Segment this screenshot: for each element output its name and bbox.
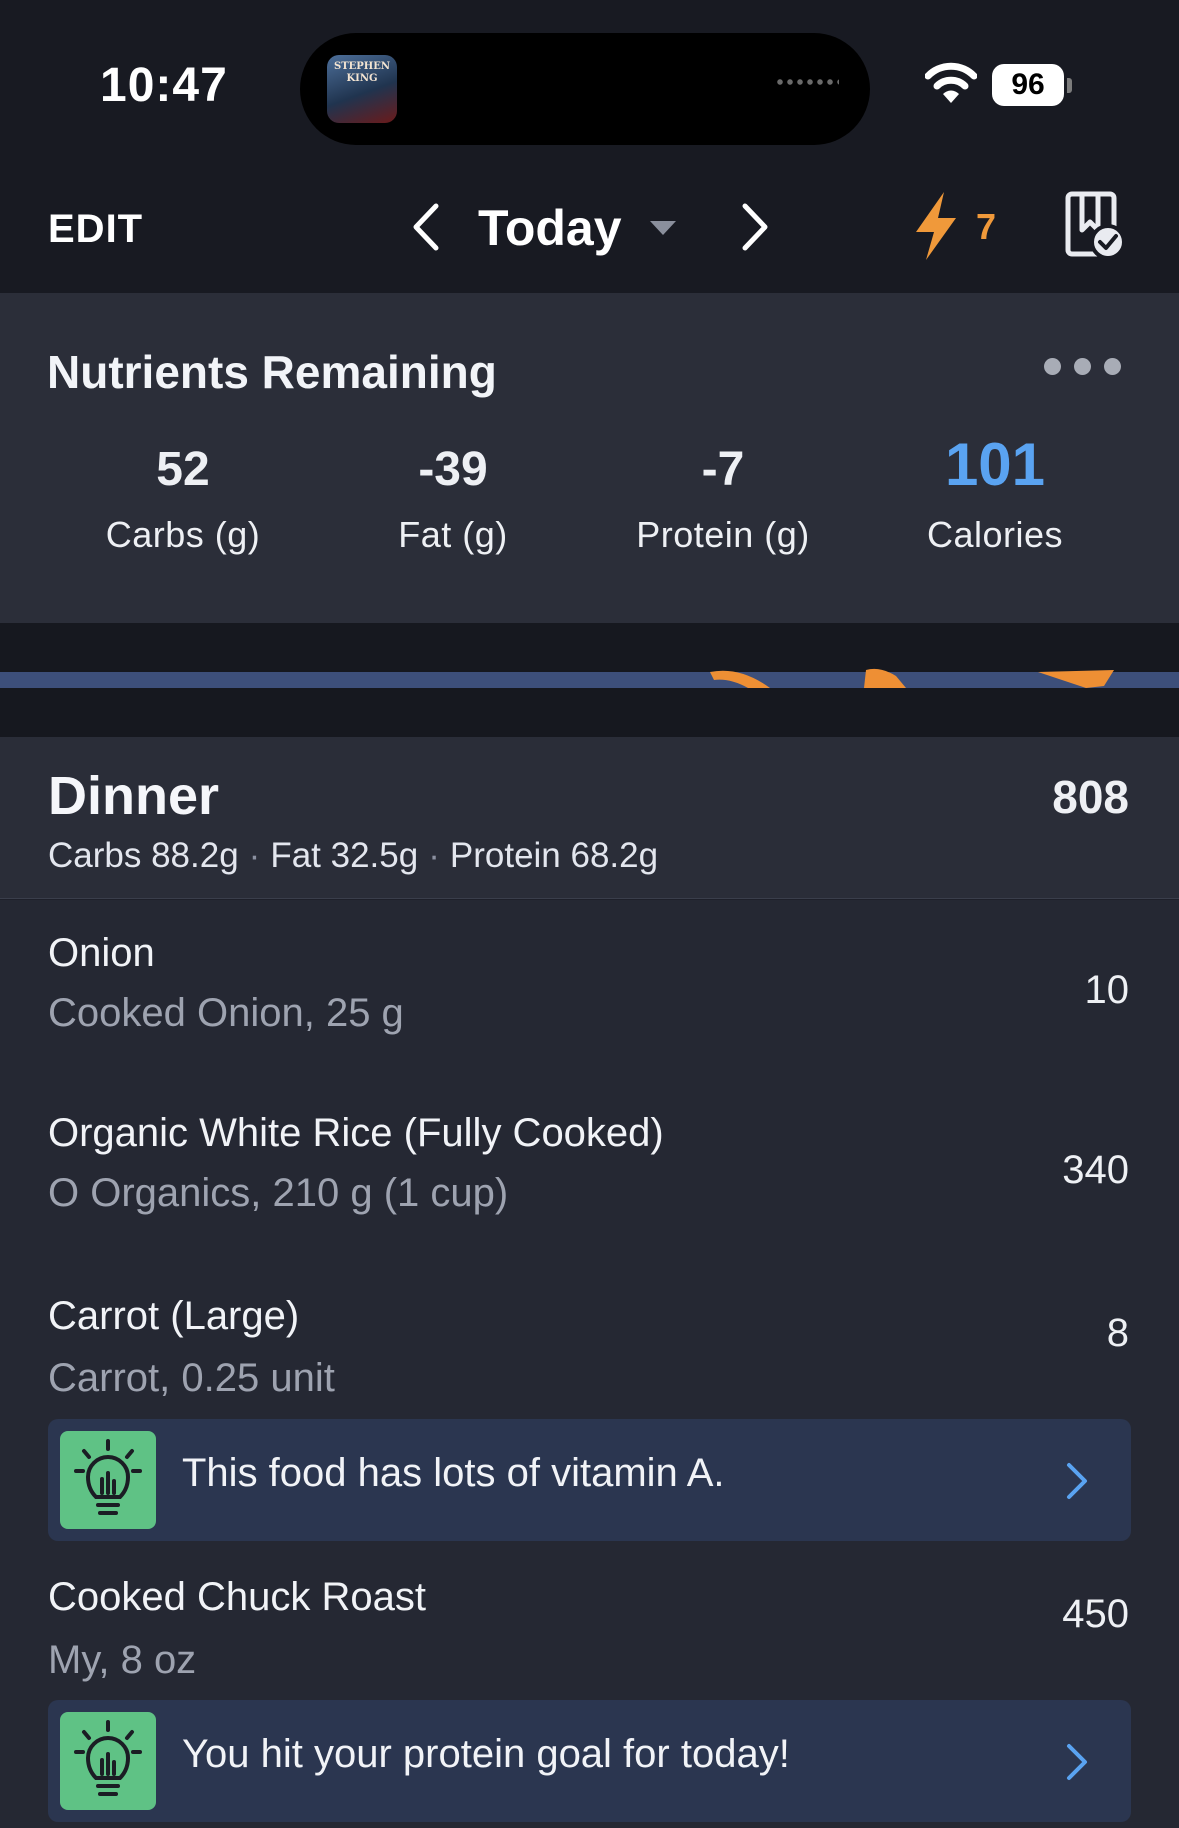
tip-text: This food has lots of vitamin A. (182, 1451, 725, 1495)
chevron-right-icon (1067, 1463, 1087, 1499)
wifi-icon (925, 62, 977, 103)
food-description: Carrot, 0.25 unit (48, 1356, 335, 1400)
now-playing-artwork: STEPHEN KING (327, 55, 397, 123)
nutrient-label: Carbs (g) (105, 514, 261, 555)
streak-count[interactable]: 7 (976, 206, 996, 248)
dropdown-caret-icon[interactable] (648, 219, 678, 237)
food-description: O Organics, 210 g (1 cup) (48, 1171, 509, 1215)
food-description: Cooked Onion, 25 g (48, 991, 404, 1035)
food-calories: 340 (1062, 1148, 1129, 1192)
chevron-right-icon[interactable] (735, 200, 775, 254)
meal-fat: Fat 32.5g (270, 836, 419, 875)
nutrient-label: Fat (g) (398, 514, 508, 555)
nutrient-label: Protein (g) (636, 514, 810, 555)
nutrient-carbs: 52 Carbs (g) (48, 430, 318, 556)
meal-calories: 808 (1052, 771, 1129, 823)
lightbulb-icon (60, 1431, 156, 1529)
food-calories: 10 (1084, 968, 1130, 1012)
artwork-line-1: STEPHEN (333, 61, 390, 72)
tip-text: You hit your protein goal for today! (182, 1732, 790, 1776)
nutrient-value: -7 (701, 443, 745, 496)
nutrient-calories: 101 Calories (860, 430, 1130, 556)
food-name[interactable]: Organic White Rice (Fully Cooked) (48, 1111, 664, 1156)
artwork-line-2: KING (346, 73, 378, 84)
status-time: 10:47 (100, 59, 228, 112)
meal-macros: Carbs 88.2g · Fat 32.5g · Protein 68.2g (48, 836, 659, 875)
meal-protein: Protein 68.2g (449, 836, 659, 875)
chevron-right-icon (1067, 1744, 1087, 1780)
nutrient-protein: -7 Protein (g) (588, 430, 858, 556)
lightbulb-icon (60, 1712, 156, 1810)
more-options-icon[interactable] (1040, 356, 1126, 376)
food-tip-banner[interactable]: You hit your protein goal for today! (48, 1700, 1131, 1822)
nutrients-title: Nutrients Remaining (47, 346, 497, 398)
food-description: My, 8 oz (48, 1638, 197, 1682)
calories-remaining-value: 101 (944, 431, 1046, 498)
nutrient-value: 52 (156, 443, 210, 496)
food-name[interactable]: Carrot (Large) (48, 1294, 299, 1339)
battery-indicator: 96 (992, 64, 1064, 106)
food-tip-banner[interactable]: This food has lots of vitamin A. (48, 1419, 1131, 1541)
chart-peaks (710, 668, 1114, 688)
meal-title: Dinner (48, 766, 220, 826)
food-calories: 450 (1062, 1592, 1129, 1636)
nutrient-value: -39 (418, 443, 488, 496)
food-calories: 8 (1106, 1311, 1129, 1355)
food-name[interactable]: Onion (48, 931, 155, 976)
nutrient-label: Calories (926, 514, 1064, 555)
plan-check-icon[interactable] (1064, 190, 1126, 260)
meal-carbs: Carbs 88.2g (48, 836, 239, 875)
edit-button[interactable]: EDIT (48, 207, 143, 252)
date-selector[interactable]: Today (478, 199, 622, 257)
food-name[interactable]: Cooked Chuck Roast (48, 1575, 426, 1620)
lightning-bolt-icon[interactable] (910, 190, 962, 262)
battery-tip (1067, 78, 1072, 93)
chevron-left-icon[interactable] (406, 200, 446, 254)
nutrient-fat: -39 Fat (g) (318, 430, 588, 556)
audio-activity-indicator (775, 77, 839, 87)
